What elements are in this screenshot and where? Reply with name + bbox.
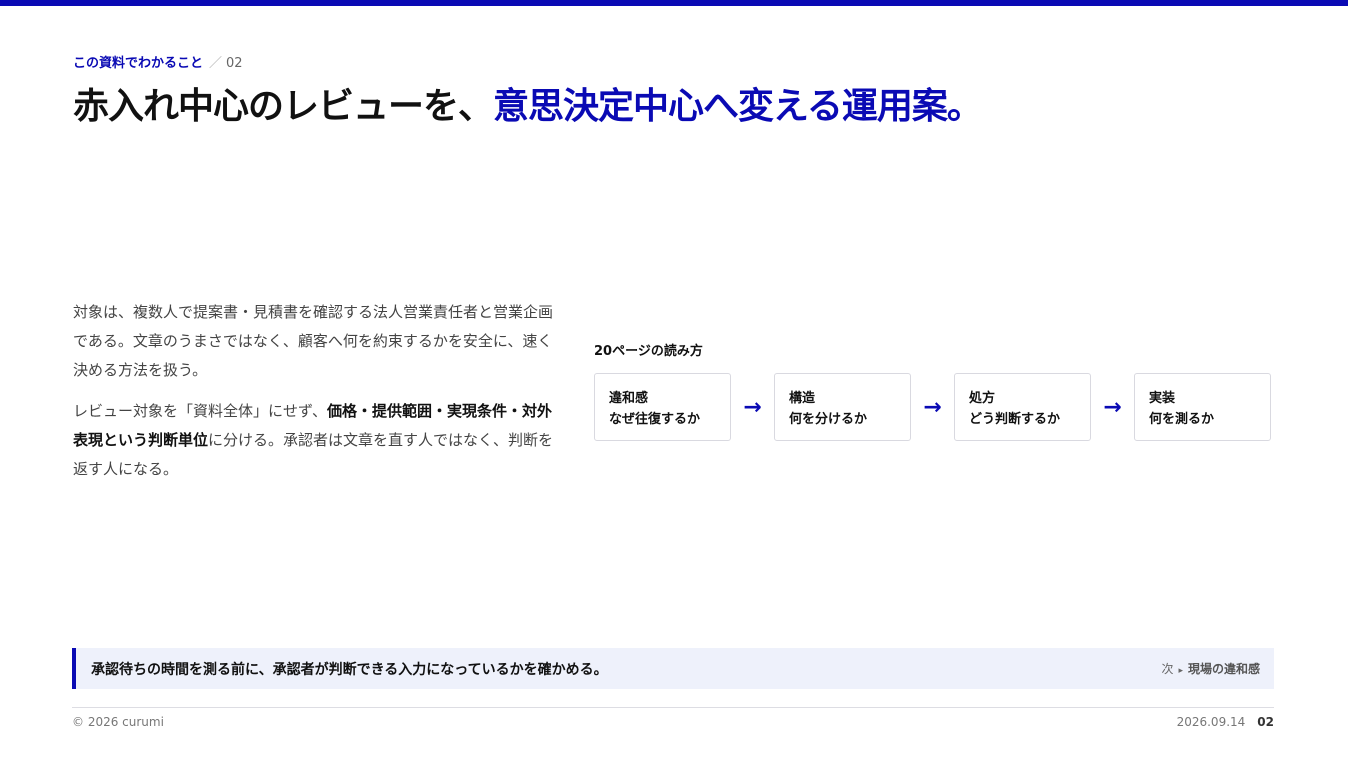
intro-text: 対象は、複数人で提案書・見積書を確認する法人営業責任者と営業企画である。文章のう… — [73, 298, 563, 496]
arrow-right-icon: → — [923, 394, 942, 420]
flow-step-title: 処方 — [969, 391, 996, 406]
copyright: © 2026 curumi — [72, 715, 164, 729]
flow-label: 20ページの読み方 — [594, 344, 703, 359]
flow-step-subtitle: 何を分けるか — [789, 412, 868, 427]
intro-paragraph-2-before: レビュー対象を「資料全体」にせず、 — [73, 402, 327, 420]
flow-step-2: 構造 何を分けるか — [774, 373, 911, 441]
flow-step-4: 実装 何を測るか — [1134, 373, 1271, 441]
footer-divider — [72, 707, 1274, 708]
eyebrow-page-number: 02 — [226, 56, 243, 71]
intro-paragraph-1: 対象は、複数人で提案書・見積書を確認する法人営業責任者と営業企画である。文章のう… — [73, 303, 554, 379]
next-label: 次 — [1161, 662, 1174, 676]
eyebrow-separator: ／ — [209, 56, 223, 71]
top-accent-bar — [0, 0, 1348, 6]
title-main: 赤入れ中心のレビューを、 — [73, 86, 494, 127]
title-accent: 意思決定中心へ変える運用案。 — [493, 86, 983, 127]
triangle-right-icon: ▸ — [1178, 666, 1183, 676]
next-section-link[interactable]: 次 ▸ 現場の違和感 — [1161, 660, 1260, 677]
page-title: 赤入れ中心のレビューを、意思決定中心へ変える運用案。 — [73, 82, 983, 132]
callout-text: 承認待ちの時間を測る前に、承認者が判断できる入力になっているかを確かめる。 — [91, 661, 608, 678]
intro-paragraph-2: レビュー対象を「資料全体」にせず、価格・提供範囲・実現条件・対外表現という判断単… — [73, 397, 563, 484]
section-eyebrow: この資料でわかること ／ 02 — [73, 52, 243, 71]
flow-step-title: 構造 — [789, 391, 816, 406]
arrow-right-icon: → — [743, 394, 762, 420]
flow-step-subtitle: どう判断するか — [969, 412, 1061, 427]
arrow-right-icon: → — [1103, 394, 1122, 420]
flow-step-subtitle: 何を測るか — [1149, 412, 1215, 427]
reading-flow: 違和感 なぜ往復するか → 構造 何を分けるか → 処方 どう判断するか → 実… — [594, 373, 1271, 441]
flow-step-title: 違和感 — [609, 391, 649, 406]
footer-date: 2026.09.14 — [1176, 715, 1246, 729]
eyebrow-label: この資料でわかること — [73, 56, 204, 71]
key-message-callout: 承認待ちの時間を測る前に、承認者が判断できる入力になっているかを確かめる。 次 ▸… — [72, 648, 1274, 689]
flow-step-title: 実装 — [1149, 391, 1176, 406]
next-target: 現場の違和感 — [1187, 662, 1260, 676]
flow-step-subtitle: なぜ往復するか — [609, 412, 701, 427]
flow-step-3: 処方 どう判断するか — [954, 373, 1091, 441]
footer-meta: 2026.09.14 02 — [1177, 715, 1274, 729]
flow-step-1: 違和感 なぜ往復するか — [594, 373, 731, 441]
footer-page-number: 02 — [1257, 715, 1274, 729]
